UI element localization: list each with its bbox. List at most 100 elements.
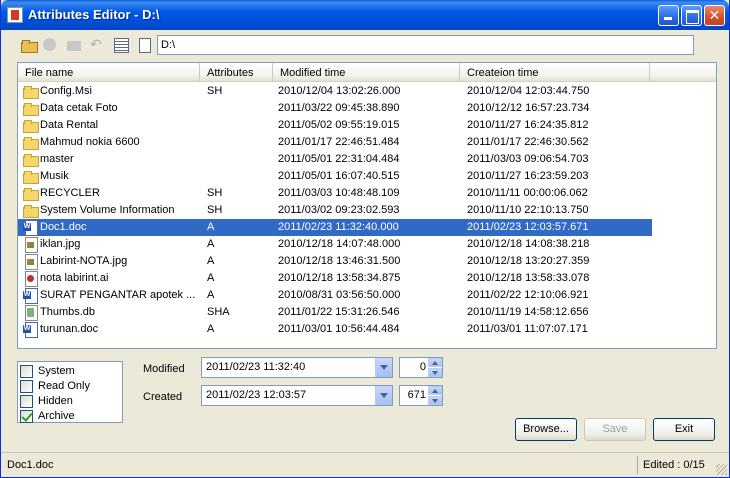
cell-modified-time: 2010/08/31 03:56:50.000: [278, 289, 401, 301]
word-document-icon: [23, 220, 38, 236]
chevron-down-icon[interactable]: [375, 358, 392, 377]
cell-attributes: SHA: [207, 306, 230, 318]
cell-file-name: SURAT PENGANTAR apotek ...: [40, 289, 196, 301]
cell-file-name: RECYCLER: [40, 187, 100, 199]
chevron-down-icon[interactable]: [375, 386, 392, 405]
cell-creation-time: 2010/12/18 13:58:33.078: [467, 272, 590, 284]
list-view-icon[interactable]: [113, 37, 129, 53]
cell-file-name: Thumbs.db: [40, 306, 96, 318]
table-row[interactable]: Data cetak Foto 2011/03/22 09:45:38.890 20…: [18, 100, 652, 117]
cell-attributes: A: [207, 272, 215, 284]
word-document-icon: [23, 288, 38, 304]
spin-down-icon[interactable]: [428, 396, 442, 405]
checkbox-box[interactable]: [20, 410, 33, 423]
table-row[interactable]: Config.Msi SH 2010/12/04 13:02:26.000 2010/…: [18, 83, 652, 100]
spin-down-icon[interactable]: [428, 368, 442, 377]
column-header-modified-time[interactable]: Modified time: [273, 63, 460, 82]
table-row[interactable]: RECYCLER SH 2011/03/03 10:48:48.109 2010/11…: [18, 185, 652, 202]
modified-ms-stepper[interactable]: 0: [399, 357, 443, 378]
created-datetime-picker[interactable]: 2011/02/23 12:03:57: [201, 385, 393, 406]
checkbox-system[interactable]: System: [20, 364, 120, 379]
spin-up-icon[interactable]: [428, 358, 442, 367]
folder-icon: [23, 101, 39, 116]
cell-attributes: A: [207, 238, 215, 250]
image-file-icon: [23, 254, 38, 270]
file-list-header: File name Attributes Modified time Creat…: [18, 63, 716, 82]
table-row[interactable]: SURAT PENGANTAR apotek ... A 2010/08/31 03…: [18, 287, 652, 304]
table-row[interactable]: iklan.jpg A 2010/12/18 14:07:48.000 2010/12…: [18, 236, 652, 253]
checkbox-label: Read Only: [38, 380, 90, 392]
cell-attributes: SH: [207, 204, 223, 216]
checkbox-box[interactable]: [20, 380, 33, 393]
table-row[interactable]: master 2011/05/01 22:31:04.484 2011/03/03 …: [18, 151, 652, 168]
cell-creation-time: 2010/11/11 00:00:06.062: [467, 187, 588, 199]
cell-file-name: Data Rental: [40, 119, 99, 131]
browse-button[interactable]: Browse...: [515, 418, 577, 441]
path-input[interactable]: [157, 35, 694, 55]
cell-file-name: iklan.jpg: [40, 238, 81, 250]
table-row[interactable]: System Volume Information SH 2011/03/02 09…: [18, 202, 652, 219]
cell-attributes: A: [207, 221, 215, 233]
document-icon[interactable]: [136, 37, 152, 53]
column-header-creation-time[interactable]: Createion time: [460, 63, 650, 82]
created-ms-stepper[interactable]: 671: [399, 385, 443, 406]
folder-icon: [23, 152, 39, 167]
cell-file-name: Mahmud nokia 6600: [40, 136, 140, 148]
created-ms-value: 671: [407, 389, 426, 401]
table-row[interactable]: Data Rental 2011/05/02 09:55:19.015 2010/1…: [18, 117, 652, 134]
cell-attributes: [207, 168, 271, 185]
cell-creation-time: 2010/11/27 16:23:59.203: [467, 170, 589, 182]
cell-attributes: SH: [207, 187, 223, 199]
exit-button[interactable]: Exit: [653, 418, 715, 441]
checkbox-archive[interactable]: Archive: [20, 409, 120, 424]
folder-icon: [23, 186, 39, 201]
cell-attributes: A: [207, 289, 215, 301]
modified-datetime-value: 2011/02/23 11:32:40: [206, 361, 306, 373]
cell-creation-time: 2010/12/12 16:57:23.734: [467, 102, 590, 114]
checkbox-box[interactable]: [20, 365, 33, 378]
folder-icon: [23, 169, 39, 184]
cell-modified-time: 2011/03/01 10:56:44.484: [278, 323, 400, 335]
open-folder-icon[interactable]: [21, 37, 38, 53]
back-icon[interactable]: [42, 37, 58, 53]
checkbox-read-only[interactable]: Read Only: [20, 379, 120, 394]
undo-icon[interactable]: ↶: [90, 37, 106, 53]
file-list[interactable]: File name Attributes Modified time Creat…: [17, 62, 717, 349]
save-button[interactable]: Save: [584, 418, 646, 441]
column-header-file-name[interactable]: File name: [18, 63, 200, 82]
illustrator-file-icon: [23, 271, 38, 287]
checkbox-box[interactable]: [20, 395, 33, 408]
cell-modified-time: 2011/05/02 09:55:19.015: [278, 119, 400, 131]
minimize-button[interactable]: [658, 5, 679, 26]
table-row[interactable]: nota labirint.ai A 2010/12/18 13:58:34.875…: [18, 270, 652, 287]
cell-attributes: A: [207, 255, 215, 267]
checkbox-hidden[interactable]: Hidden: [20, 394, 120, 409]
modified-datetime-picker[interactable]: 2011/02/23 11:32:40: [201, 357, 393, 378]
title-bar[interactable]: Attributes Editor - D:\ ✕: [1, 0, 729, 30]
table-row[interactable]: Mahmud nokia 6600 2011/01/17 22:46:51.484…: [18, 134, 652, 151]
cell-file-name: Config.Msi: [40, 85, 92, 97]
column-header-attributes[interactable]: Attributes: [200, 63, 273, 82]
maximize-button[interactable]: [681, 5, 702, 26]
cell-creation-time: 2010/12/18 14:08:38.218: [467, 238, 590, 250]
cell-modified-time: 2010/12/18 13:58:34.875: [278, 272, 401, 284]
table-row[interactable]: Labirint-NOTA.jpg A 2010/12/18 13:46:31.50…: [18, 253, 652, 270]
folder-icon: [23, 203, 39, 218]
modified-ms-value: 0: [419, 361, 426, 373]
cell-file-name: turunan.doc: [40, 323, 99, 335]
spin-up-icon[interactable]: [428, 386, 442, 395]
table-row[interactable]: Thumbs.db SHA 2011/01/22 15:31:26.546 2010/…: [18, 304, 652, 321]
resize-grip[interactable]: [716, 464, 727, 475]
up-folder-icon[interactable]: [66, 37, 82, 53]
close-button[interactable]: ✕: [704, 5, 725, 26]
cell-modified-time: 2011/05/01 22:31:04.484: [278, 153, 400, 165]
status-edited-count: Edited : 0/15: [643, 459, 705, 471]
table-row[interactable]: Doc1.doc A 2011/02/23 11:32:40.000 2011/02/…: [18, 219, 652, 236]
checkbox-label: System: [38, 365, 75, 377]
cell-attributes: SH: [207, 85, 223, 97]
cell-file-name: Labirint-NOTA.jpg: [40, 255, 128, 267]
table-row[interactable]: Musik 2011/05/01 16:07:40.515 2010/11/27 1…: [18, 168, 652, 185]
cell-modified-time: 2011/05/01 16:07:40.515: [278, 170, 400, 182]
cell-modified-time: 2010/12/18 13:46:31.500: [278, 255, 401, 267]
table-row[interactable]: turunan.doc A 2011/03/01 10:56:44.484 2011/…: [18, 321, 652, 338]
